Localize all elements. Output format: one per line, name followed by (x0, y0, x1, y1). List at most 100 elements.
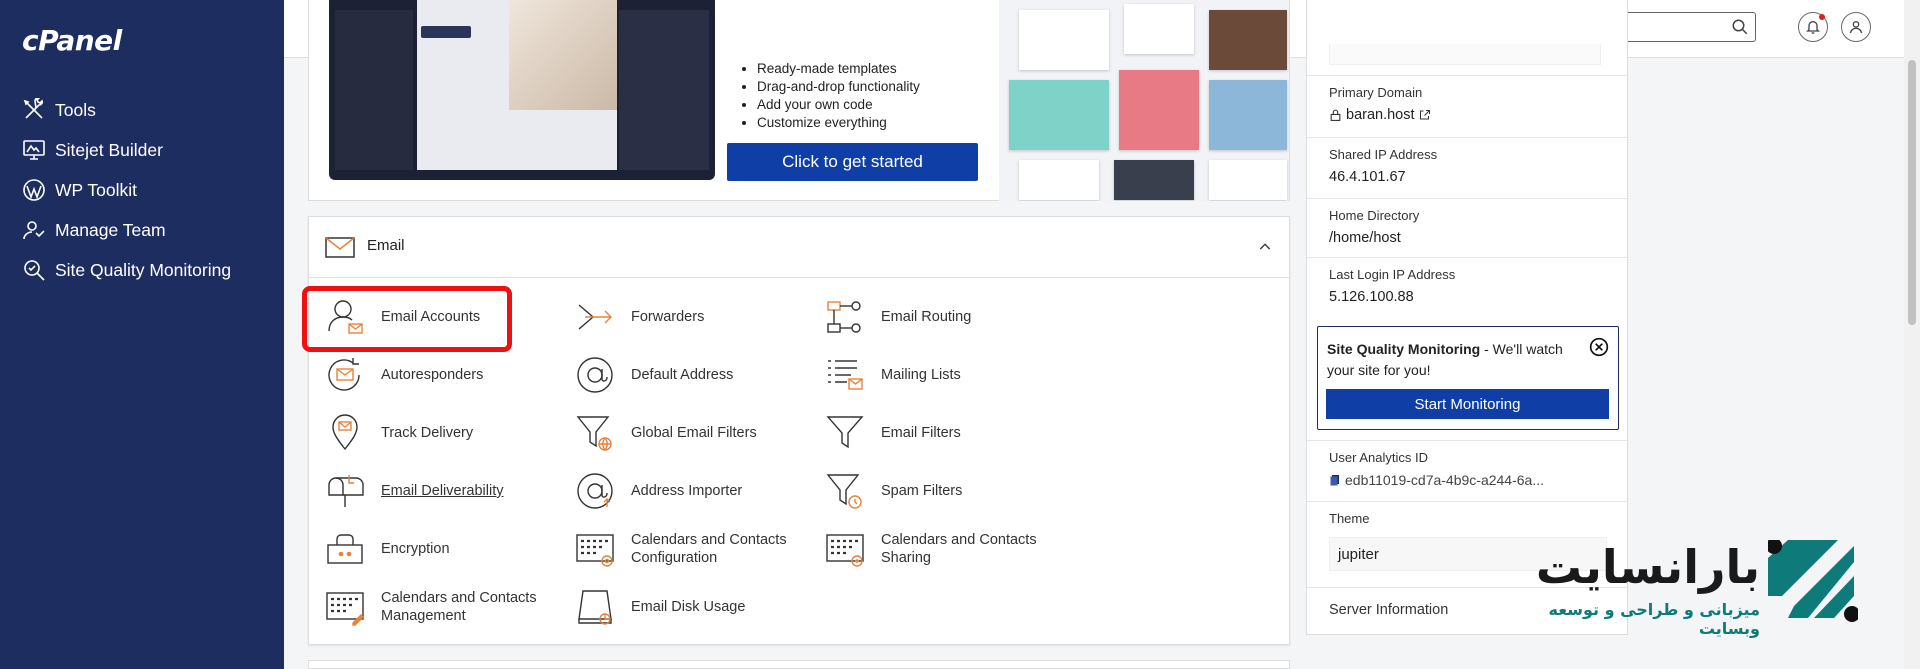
calendar-edit-icon (326, 592, 364, 626)
shared-ip-value: 46.4.101.67 (1329, 169, 1406, 185)
encryption-icon (327, 534, 363, 564)
tool-label: Track Delivery (381, 425, 474, 441)
track-delivery-tool[interactable]: Track Delivery (323, 411, 473, 455)
autoresponder-icon (328, 358, 360, 391)
last-login-value: 5.126.100.88 (1329, 289, 1414, 305)
templates-mockup-image (999, 0, 1289, 201)
envelope-icon (325, 237, 355, 258)
monitor-icon (23, 140, 45, 160)
tool-label: Encryption (381, 541, 450, 557)
email-routing-tool[interactable]: Email Routing (823, 295, 971, 339)
calendars-contacts-sharing-tool[interactable]: Calendars and Contacts Sharing (823, 527, 1037, 571)
info-label: Shared IP Address (1329, 147, 1438, 162)
site-quality-card: Site Quality Monitoring - We'll watch yo… (1317, 326, 1619, 430)
sidebar: cPanel Tools Sitejet Builder WP Toolkit … (0, 0, 284, 669)
calendar-gear-icon (576, 534, 614, 567)
address-importer-tool[interactable]: Address Importer (573, 469, 742, 513)
tool-label: Email Filters (881, 425, 961, 441)
tool-label: Calendars and Contacts Configuration (631, 532, 787, 566)
tool-label: Email Disk Usage (631, 599, 746, 615)
sitejet-banner: Ready-made templates Drag-and-drop funct… (308, 0, 1290, 201)
builder-mockup-image (329, 0, 715, 180)
analytics-row: User Analytics ID edb11019-cd7a-4b9c-a24… (1307, 440, 1627, 502)
spam-filters-tool[interactable]: Spam Filters (823, 469, 962, 513)
magnifier-icon (24, 260, 45, 281)
analytics-id-value[interactable]: edb11019-cd7a-4b9c-a244-6a... (1329, 472, 1627, 488)
bell-icon (1806, 21, 1820, 34)
calendars-contacts-config-tool[interactable]: Calendars and Contacts Configuration (573, 527, 787, 571)
sidebar-item-sitejet[interactable]: Sitejet Builder (0, 130, 284, 170)
tool-label: Global Email Filters (631, 425, 757, 441)
sidebar-item-site-quality[interactable]: Site Quality Monitoring (0, 250, 284, 290)
primary-domain-row: Primary Domain baran.host (1307, 76, 1627, 138)
calendars-contacts-management-tool[interactable]: Calendars and Contacts Management (323, 585, 537, 629)
primary-domain-link[interactable]: baran.host (1329, 107, 1627, 123)
external-link-icon (1419, 110, 1430, 120)
user-menu-button[interactable] (1841, 12, 1871, 42)
email-filters-tool[interactable]: Email Filters (823, 411, 961, 455)
list-mail-icon (828, 360, 863, 390)
home-directory-row: Home Directory /home/host (1307, 199, 1627, 258)
sidebar-item-label: WP Toolkit (55, 179, 138, 200)
last-login-row: Last Login IP Address 5.126.100.88 (1307, 258, 1627, 317)
sidebar-item-wp-toolkit[interactable]: WP Toolkit (0, 170, 284, 210)
routing-icon (827, 301, 861, 333)
email-disk-usage-tool[interactable]: Email Disk Usage (573, 585, 745, 629)
encryption-tool[interactable]: Encryption (323, 527, 450, 571)
shared-ip-row: Shared IP Address 46.4.101.67 (1307, 138, 1627, 199)
sidebar-nav: Tools Sitejet Builder WP Toolkit Manage … (0, 90, 284, 290)
email-deliverability-tool[interactable]: Email Deliverability (323, 469, 503, 513)
info-label: User Analytics ID (1329, 450, 1428, 465)
feature-item: Drag-and-drop functionality (757, 78, 920, 96)
tool-label: Default Address (631, 367, 734, 383)
feature-item: Add your own code (757, 96, 920, 114)
info-label: Primary Domain (1329, 85, 1423, 100)
top-field-row (1307, 0, 1627, 76)
notifications-button[interactable] (1798, 12, 1828, 42)
tool-label: Calendars and Contacts Sharing (881, 532, 1037, 566)
close-icon[interactable] (1589, 337, 1609, 357)
user-group-icon (23, 221, 45, 240)
feature-item: Customize everything (757, 114, 920, 132)
baransite-watermark-logo: بارانسایت میزبانی و طراحی و توسعه وبسایت (1490, 540, 1860, 638)
tool-label: Email Routing (881, 309, 972, 325)
tool-label: Calendars and Contacts Management (381, 590, 537, 624)
get-started-button[interactable]: Click to get started (727, 143, 978, 181)
tool-label: Mailing Lists (881, 367, 961, 383)
email-section: Email Email Accounts Forwarders Email Ro… (308, 216, 1290, 645)
chevron-up-icon[interactable] (1257, 239, 1273, 255)
global-email-filters-tool[interactable]: Global Email Filters (573, 411, 757, 455)
user-icon (1850, 21, 1862, 34)
sidebar-item-label: Sitejet Builder (55, 139, 163, 160)
email-section-header[interactable]: Email (309, 217, 1289, 278)
search-icon[interactable] (1731, 18, 1749, 36)
feature-list: Ready-made templates Drag-and-drop funct… (739, 60, 920, 132)
home-directory-value: /home/host (1329, 230, 1401, 246)
autoresponders-tool[interactable]: Autoresponders (323, 353, 483, 397)
forwarders-tool[interactable]: Forwarders (573, 295, 704, 339)
baransite-logo-mark (1768, 540, 1858, 622)
spam-filter-icon (826, 474, 862, 509)
calendar-share-icon (826, 534, 864, 567)
tools-icon (23, 98, 43, 119)
page-scrollbar[interactable] (1904, 0, 1920, 669)
email-accounts-highlight (302, 286, 512, 352)
default-address-tool[interactable]: Default Address (573, 353, 733, 397)
mailing-lists-tool[interactable]: Mailing Lists (823, 353, 961, 397)
start-monitoring-button[interactable]: Start Monitoring (1326, 389, 1609, 419)
lock-icon (1330, 109, 1341, 121)
info-label: Theme (1329, 511, 1370, 526)
disk-usage-icon (578, 590, 612, 625)
info-label: Home Directory (1329, 208, 1420, 223)
tool-label: Autoresponders (381, 367, 484, 383)
watermark-subtitle: میزبانی و طراحی و توسعه وبسایت (1548, 600, 1760, 638)
cpanel-logo[interactable]: cPanel (22, 24, 122, 57)
sidebar-item-tools[interactable]: Tools (0, 90, 284, 130)
copy-icon (1330, 475, 1339, 486)
filter-icon (826, 416, 864, 449)
sidebar-item-manage-team[interactable]: Manage Team (0, 210, 284, 250)
filter-globe-icon (576, 416, 612, 451)
sqm-message: Site Quality Monitoring - We'll watch yo… (1327, 341, 1563, 378)
section-title: Email (367, 237, 405, 254)
scrollbar-thumb[interactable] (1908, 60, 1916, 325)
